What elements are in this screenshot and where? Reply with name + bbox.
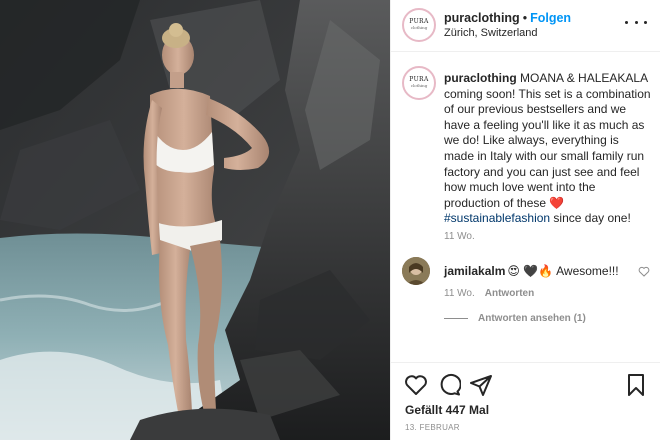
comment-icon-svg: [440, 373, 461, 396]
commenter-avatar-image: [402, 257, 430, 285]
small-heart-icon[interactable]: [638, 266, 650, 277]
follow-button[interactable]: Folgen: [530, 11, 571, 25]
comment-text: Awesome!!!: [556, 264, 619, 278]
heart-icon[interactable]: [404, 373, 428, 397]
caption-username[interactable]: puraclothing: [444, 71, 517, 85]
post-actions: Gefällt 447 Mal 13. FEBRUAR: [391, 362, 660, 440]
comment-timestamp[interactable]: 11 Wo.: [444, 288, 475, 299]
comment-username[interactable]: jamilakalm: [444, 264, 505, 278]
share-icon-svg: [470, 375, 492, 396]
like-count[interactable]: Gefällt 447 Mal: [405, 403, 489, 417]
bookmark-icon-svg: [628, 374, 644, 396]
caption-avatar[interactable]: PURA clothing: [402, 66, 436, 100]
brand-logo-text: PURA: [409, 18, 429, 25]
more-dot: [644, 20, 647, 24]
hashtag-link[interactable]: #sustainablefashion: [444, 211, 550, 225]
header-user-line: puraclothing • Folgen: [444, 11, 571, 25]
view-replies-label: Antworten ansehen (1): [478, 313, 586, 324]
post-date[interactable]: 13. FEBRUAR: [405, 423, 460, 432]
username-link[interactable]: puraclothing: [444, 11, 520, 25]
more-options-icon[interactable]: [625, 14, 647, 30]
caption-timestamp[interactable]: 11 Wo.: [444, 231, 475, 242]
post-caption: puraclothing MOANA & HALEAKALA coming so…: [444, 71, 652, 227]
red-heart-emoji: ❤️: [549, 195, 565, 210]
caption-text: MOANA & HALEAKALA coming soon! This set …: [444, 71, 651, 210]
brand-logo-subtext: clothing: [410, 83, 428, 88]
brand-logo-subtext: clothing: [410, 25, 428, 30]
replies-divider-line: [444, 318, 468, 319]
more-dot: [634, 20, 638, 24]
instagram-post: PURA clothing puraclothing • Folgen Zürich…: [0, 0, 660, 440]
reply-button[interactable]: Antworten: [485, 288, 534, 299]
more-dot: [625, 20, 628, 24]
post-sidebar: PURA clothing puraclothing • Folgen Zürich…: [390, 0, 660, 440]
location-link[interactable]: Zürich, Switzerland: [444, 27, 538, 39]
post-photo[interactable]: [0, 0, 390, 440]
heart-icon-svg: [405, 375, 427, 395]
comment-icon[interactable]: [437, 373, 461, 397]
brand-logo-text: PURA: [409, 76, 429, 83]
share-icon[interactable]: [469, 373, 493, 397]
profile-avatar[interactable]: PURA clothing: [402, 8, 436, 42]
comment-meta: 11 Wo. Antworten: [444, 288, 534, 299]
post-header: PURA clothing puraclothing • Folgen Zürich…: [391, 0, 660, 52]
view-replies-button[interactable]: Antworten ansehen (1): [444, 313, 586, 324]
post-photo-artwork: [0, 0, 390, 440]
separator-dot: •: [522, 11, 528, 25]
comment-emojis: 😍 🖤🔥: [507, 264, 554, 278]
commenter-avatar[interactable]: [402, 257, 430, 285]
comment-text-line: jamilakalm 😍 🖤🔥 Awesome!!!: [444, 264, 619, 278]
bookmark-icon[interactable]: [624, 373, 648, 397]
caption-text-end: since day one!: [553, 211, 631, 226]
